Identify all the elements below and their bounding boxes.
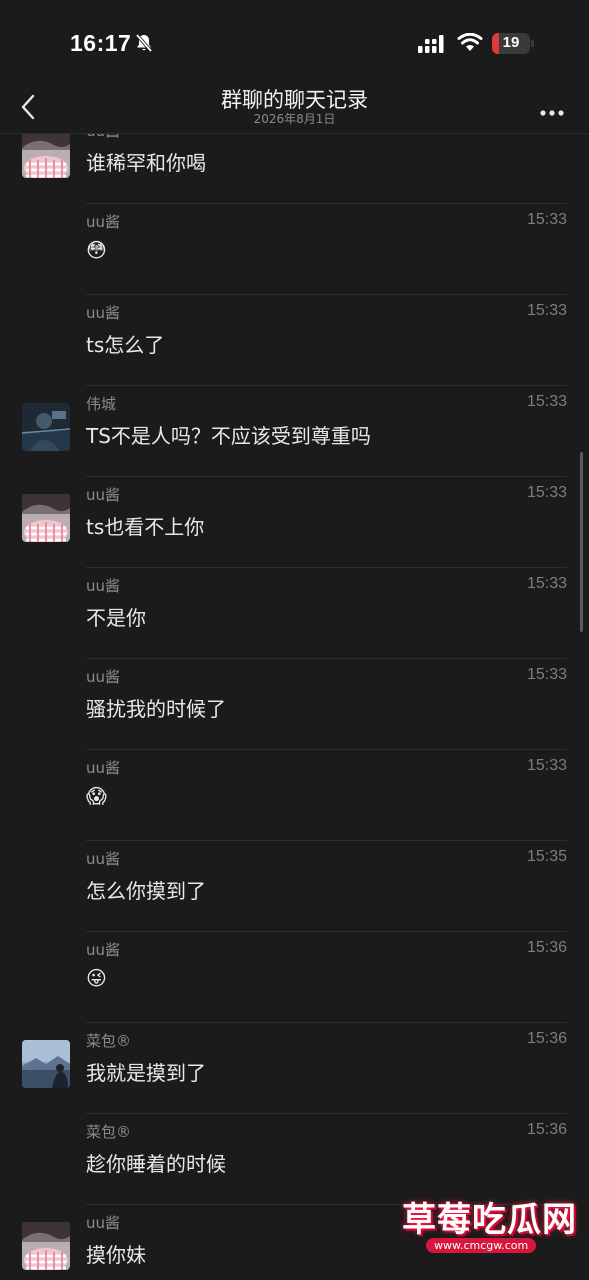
message-text[interactable]: 😱	[86, 784, 107, 808]
page-subtitle-date: 2026年8月1日	[253, 112, 336, 126]
sender-name: 伟城	[86, 395, 117, 413]
message-time: 15:33	[526, 666, 567, 683]
avatar[interactable]	[22, 1222, 70, 1270]
divider	[86, 294, 567, 295]
divider	[86, 476, 567, 477]
divider	[86, 749, 567, 750]
message-text[interactable]: 😳	[86, 238, 107, 262]
avatar[interactable]	[22, 1040, 70, 1088]
signal-icon	[418, 35, 446, 57]
divider	[86, 385, 567, 386]
sender-name: uu酱	[86, 134, 120, 141]
divider	[86, 658, 567, 659]
message-time: 15:36	[526, 1030, 567, 1047]
watermark-logo: 草莓吃瓜网 www.cmcgw.com	[392, 1182, 582, 1274]
divider	[86, 1113, 567, 1114]
message-time: 15:36	[526, 939, 567, 956]
message-row[interactable]: uu酱 15:33 😳	[0, 211, 589, 306]
message-time: 15:33	[527, 134, 567, 138]
message-text[interactable]: ts也看不上你	[86, 511, 204, 540]
message-row[interactable]: uu酱 15:33 ts也看不上你	[0, 484, 589, 579]
message-text[interactable]: 我就是摸到了	[86, 1057, 206, 1086]
message-time: 15:33	[526, 211, 567, 228]
message-time: 15:33	[526, 757, 567, 774]
message-text[interactable]: 谁稀罕和你喝	[86, 147, 206, 176]
sender-name: uu酱	[86, 668, 121, 686]
message-row[interactable]: uu酱 15:33 骚扰我的时候了	[0, 666, 589, 761]
message-list[interactable]: uu酱 15:33 谁稀罕和你喝 uu酱 15:33 😳 uu酱 15:33 ts怎么了伟城 15…	[0, 134, 589, 1280]
message-text[interactable]: 不是你	[86, 602, 146, 631]
sender-name: 菜包®	[86, 1123, 132, 1141]
message-row[interactable]: uu酱 15:33 不是你	[0, 575, 589, 670]
wifi-icon	[457, 32, 483, 57]
message-row[interactable]: uu酱 15:35 怎么你摸到了	[0, 848, 589, 943]
sender-name: uu酱	[86, 577, 121, 595]
message-text[interactable]: ts怎么了	[86, 329, 164, 358]
scrollbar[interactable]	[580, 452, 583, 632]
divider	[86, 840, 567, 841]
message-text[interactable]: TS不是人吗？不应该受到尊重吗	[86, 420, 371, 449]
watermark-title: 草莓吃瓜网	[402, 1200, 577, 1240]
sender-name: uu酱	[86, 941, 121, 959]
sender-name: uu酱	[86, 486, 121, 504]
message-time: 15:33	[526, 393, 567, 410]
avatar[interactable]	[22, 494, 70, 542]
message-row[interactable]: 伟城 15:33 TS不是人吗？不应该受到尊重吗	[0, 393, 589, 488]
status-bar: 16:17 19	[0, 0, 589, 88]
watermark-url: www.cmcgw.com	[426, 1238, 537, 1253]
message-row[interactable]: 菜包® 15:36 我就是摸到了	[0, 1030, 589, 1125]
message-time: 15:33	[526, 575, 567, 592]
sender-name: uu酱	[86, 1214, 121, 1232]
message-row[interactable]: uu酱 15:36 😜	[0, 939, 589, 1034]
message-time: 15:36	[526, 1121, 567, 1138]
status-time: 16:17	[70, 30, 132, 56]
nav-bar: 群聊的聊天记录 2026年8月1日	[0, 88, 589, 134]
avatar[interactable]	[22, 403, 70, 451]
sender-name: uu酱	[86, 759, 121, 777]
battery-indicator: 19	[492, 33, 534, 54]
bell-slash-icon	[134, 33, 154, 57]
divider	[86, 931, 567, 932]
message-text[interactable]: 😜	[86, 966, 107, 990]
avatar[interactable]	[22, 134, 70, 178]
divider	[86, 203, 567, 204]
battery-percent: 19	[502, 34, 520, 51]
message-row[interactable]: uu酱 15:33 ts怎么了	[0, 302, 589, 397]
message-text[interactable]: 骚扰我的时候了	[86, 693, 226, 722]
message-text[interactable]: 摸你妹	[86, 1239, 146, 1268]
sender-name: uu酱	[86, 304, 121, 322]
message-text[interactable]: 趁你睡着的时候	[86, 1148, 226, 1177]
message-row[interactable]: uu酱 15:33 谁稀罕和你喝	[0, 134, 589, 215]
sender-name: 菜包®	[86, 1032, 132, 1050]
message-time: 15:33	[526, 484, 567, 501]
divider	[86, 1022, 567, 1023]
message-time: 15:35	[526, 848, 567, 865]
divider	[86, 567, 567, 568]
more-dots-icon[interactable]	[539, 102, 565, 121]
sender-name: uu酱	[86, 850, 121, 868]
sender-name: uu酱	[86, 213, 121, 231]
message-time: 15:33	[526, 302, 567, 319]
message-row[interactable]: uu酱 15:33 😱	[0, 757, 589, 852]
message-text[interactable]: 怎么你摸到了	[86, 875, 206, 904]
